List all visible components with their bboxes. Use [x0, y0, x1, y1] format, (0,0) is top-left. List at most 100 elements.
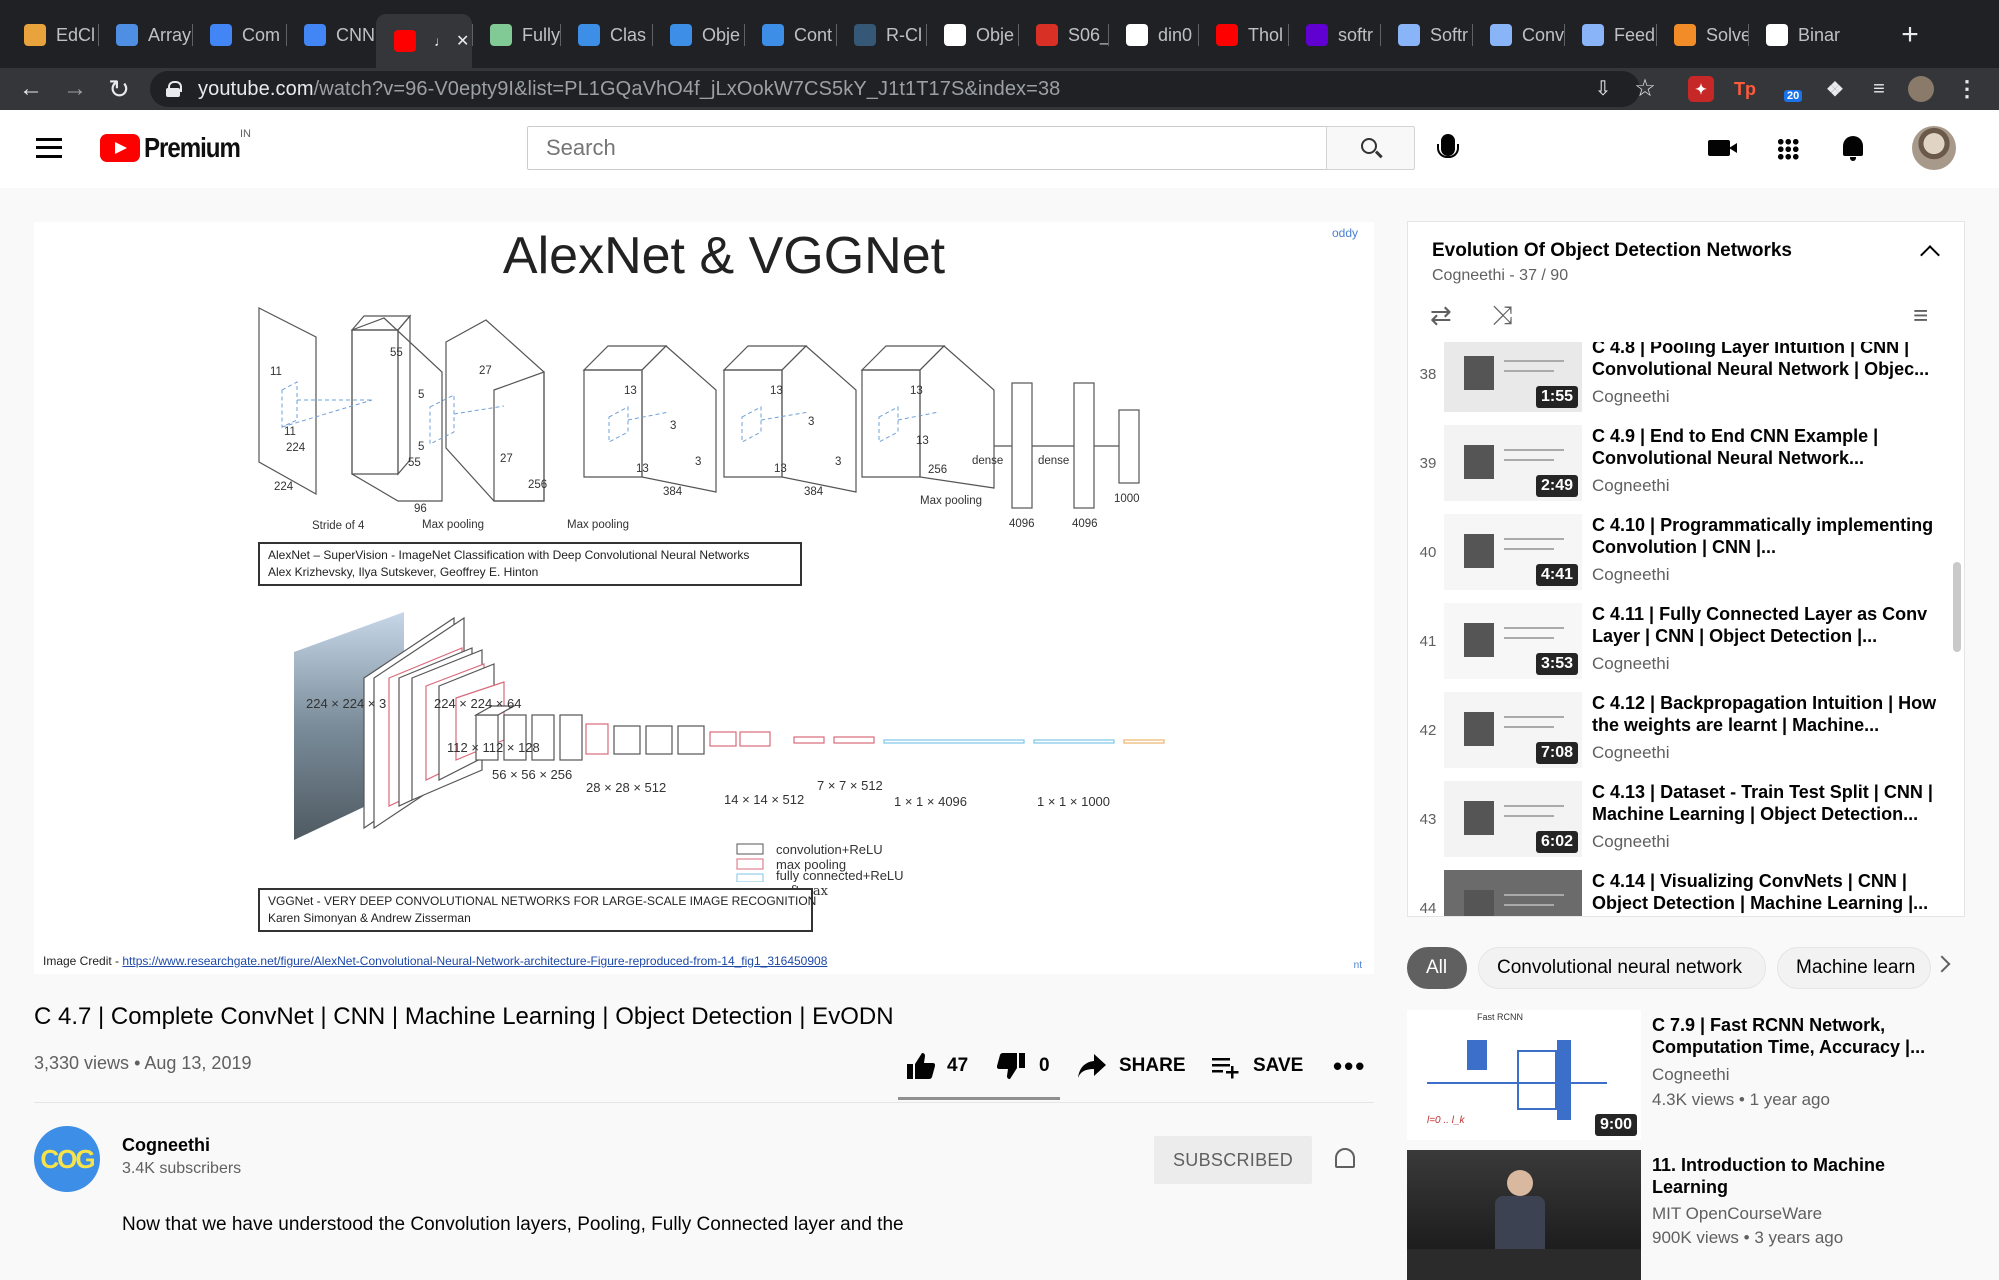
loop-icon[interactable]: ⇄	[1430, 302, 1452, 328]
tab-thol[interactable]: Thol	[1198, 12, 1288, 58]
save-button[interactable]: SAVE	[1211, 1050, 1303, 1082]
extension-tp-icon[interactable]: Tp	[1732, 76, 1758, 102]
playlist-item-thumbnail[interactable]: 4:41	[1444, 514, 1582, 590]
playlist-title[interactable]: Evolution Of Object Detection Networks	[1432, 240, 1792, 262]
playlist-channel[interactable]: Cogneethi	[1432, 267, 1505, 284]
hamburger-menu-icon[interactable]	[36, 138, 62, 158]
credit-link[interactable]: https://www.researchgate.net/figure/Alex…	[122, 954, 827, 968]
recommendation-title[interactable]: C 7.9 | Fast RCNN Network, Computation T…	[1652, 1014, 1962, 1058]
playlist-item-channel[interactable]: Cogneethi	[1592, 654, 1670, 674]
recommendation-thumbnail[interactable]	[1407, 1150, 1641, 1280]
browser-menu-icon[interactable]: ⋮	[1954, 76, 1980, 102]
youtube-premium-logo[interactable]: Premium IN	[100, 128, 255, 164]
playlist-item-thumbnail[interactable]	[1444, 870, 1582, 916]
recommendation-title[interactable]: 11. Introduction to Machine Learning	[1652, 1154, 1962, 1198]
playlist-item-channel[interactable]: Cogneethi	[1592, 832, 1670, 852]
address-bar[interactable]: youtube.com/watch?v=96-V0epty9I&list=PL1…	[150, 71, 1640, 107]
playlist-item[interactable]: 39 2:49 C 4.9 | End to End CNN Example | C…	[1408, 425, 1948, 514]
tab-fully[interactable]: Fully	[472, 12, 560, 58]
recommendation-item[interactable]: 11. Introduction to Machine Learning MIT…	[1407, 1150, 1967, 1280]
reload-icon[interactable]: ↻	[102, 72, 136, 106]
extension-magic-icon[interactable]: ✦	[1688, 76, 1714, 102]
tab-solve[interactable]: Solve	[1656, 12, 1748, 58]
tab-com[interactable]: Com	[192, 12, 286, 58]
audio-playing-icon[interactable]: ♩	[434, 33, 448, 49]
create-video-icon[interactable]	[1708, 140, 1737, 156]
tab-cnn[interactable]: CNN	[286, 12, 376, 58]
tab-cont[interactable]: Cont	[744, 12, 836, 58]
url-text[interactable]: youtube.com/watch?v=96-V0epty9I&list=PL1…	[198, 78, 1060, 101]
tab-clas[interactable]: Clas	[560, 12, 652, 58]
chevron-right-icon[interactable]	[1933, 955, 1951, 973]
extension-badge-icon[interactable]: 20	[1776, 76, 1803, 102]
apps-grid-icon[interactable]	[1777, 138, 1799, 160]
playlist-item[interactable]: 41 3:53 C 4.11 | Fully Connected Layer as …	[1408, 603, 1948, 692]
tab-youtube-active[interactable]: ♩ ✕	[376, 14, 472, 68]
tab-obje[interactable]: Obje	[652, 12, 744, 58]
like-button[interactable]: 47	[905, 1050, 968, 1082]
tab-obje[interactable]: Obje	[926, 12, 1018, 58]
playlist-item-thumbnail[interactable]: 1:55	[1444, 336, 1582, 412]
playlist-item[interactable]: 43 6:02 C 4.13 | Dataset - Train Test Spli…	[1408, 781, 1948, 870]
playlist-item-channel[interactable]: Cogneethi	[1592, 476, 1670, 496]
tab-din0[interactable]: din0	[1108, 12, 1198, 58]
playlist-item-thumbnail[interactable]: 7:08	[1444, 692, 1582, 768]
reading-list-icon[interactable]: ≡	[1866, 76, 1892, 102]
playlist-item-title[interactable]: C 4.13 | Dataset - Train Test Split | CN…	[1592, 781, 1942, 825]
channel-avatar[interactable]: COG	[34, 1126, 100, 1192]
playlist-item-title[interactable]: C 4.8 | Pooling Layer Intuition | CNN | …	[1592, 336, 1942, 380]
profile-avatar-icon[interactable]	[1908, 76, 1934, 102]
dislike-button[interactable]: 0	[997, 1050, 1050, 1082]
recommendation-channel[interactable]: MIT OpenCourseWare	[1652, 1204, 1822, 1224]
playlist-item-title[interactable]: C 4.12 | Backpropagation Intuition | How…	[1592, 692, 1942, 736]
playlist-item-channel[interactable]: Cogneethi	[1592, 565, 1670, 585]
chip-convolutional-neural-network[interactable]: Convolutional neural network	[1478, 947, 1766, 989]
share-button[interactable]: SHARE	[1077, 1050, 1186, 1082]
playlist-item[interactable]: 44 C 4.14 | Visualizing ConvNets | CNN | …	[1408, 870, 1948, 916]
tab-feed[interactable]: Feed	[1564, 12, 1656, 58]
playlist-item-thumbnail[interactable]: 6:02	[1444, 781, 1582, 857]
playlist-item[interactable]: 42 7:08 C 4.12 | Backpropagation Intuition…	[1408, 692, 1948, 781]
forward-icon[interactable]: →	[58, 72, 92, 106]
playlist-item-channel[interactable]: Cogneethi	[1592, 387, 1670, 407]
tab-softr[interactable]: Softr	[1380, 12, 1472, 58]
tab-array[interactable]: Array	[98, 12, 192, 58]
account-avatar[interactable]	[1912, 126, 1956, 170]
playlist-item[interactable]: 40 4:41 C 4.10 | Programmatically implemen…	[1408, 514, 1948, 603]
save-playlist-icon[interactable]: ≡	[1913, 302, 1928, 328]
channel-name[interactable]: Cogneethi	[122, 1135, 210, 1156]
playlist-item-thumbnail[interactable]: 3:53	[1444, 603, 1582, 679]
collapse-chevron-icon[interactable]	[1920, 245, 1940, 265]
subscribed-button[interactable]: SUBSCRIBED	[1154, 1136, 1312, 1184]
lock-icon[interactable]	[166, 81, 182, 97]
back-icon[interactable]: ←	[14, 72, 48, 106]
recommendation-thumbnail[interactable]: Fast RCNN l=0 .. l_k 9:00	[1407, 1010, 1641, 1140]
bookmark-star-icon[interactable]: ☆	[1628, 72, 1662, 106]
notifications-bell-icon[interactable]	[1843, 136, 1863, 161]
tab-softr[interactable]: softr	[1288, 12, 1380, 58]
chip-all[interactable]: All	[1407, 947, 1467, 989]
more-actions-icon[interactable]: •••	[1333, 1050, 1366, 1082]
tab-binar[interactable]: Binar	[1748, 12, 1840, 58]
voice-search-mic-icon[interactable]	[1437, 134, 1459, 158]
tab-conv[interactable]: Conv	[1472, 12, 1564, 58]
chip-machine-learn[interactable]: Machine learn	[1777, 947, 1931, 989]
recommendation-channel[interactable]: Cogneethi	[1652, 1065, 1730, 1085]
playlist-item-title[interactable]: C 4.9 | End to End CNN Example | Convolu…	[1592, 425, 1942, 469]
playlist-item-channel[interactable]: Cogneethi	[1592, 743, 1670, 763]
install-icon[interactable]: ⇩	[1586, 72, 1620, 106]
playlist-scrollbar[interactable]	[1953, 562, 1961, 652]
playlist-item-title[interactable]: C 4.10 | Programmatically implementing C…	[1592, 514, 1942, 558]
close-tab-icon[interactable]: ✕	[456, 31, 469, 51]
extensions-puzzle-icon[interactable]: ❖	[1822, 76, 1848, 102]
tab-r-cl[interactable]: R-Cl	[836, 12, 926, 58]
tab-s06-[interactable]: S06_	[1018, 12, 1108, 58]
playlist-item-thumbnail[interactable]: 2:49	[1444, 425, 1582, 501]
search-input[interactable]	[527, 126, 1327, 170]
playlist-item-title[interactable]: C 4.14 | Visualizing ConvNets | CNN | Ob…	[1592, 870, 1942, 914]
new-tab-button[interactable]: +	[1892, 18, 1928, 54]
playlist-item[interactable]: 38 1:55 C 4.8 | Pooling Layer Intuition | …	[1408, 336, 1948, 425]
video-player[interactable]: AlexNet & VGGNet oddy nt 11 11 224 224 S…	[34, 222, 1374, 974]
recommendation-item[interactable]: Fast RCNN l=0 .. l_k 9:00 C 7.9 | Fast R…	[1407, 1010, 1967, 1140]
shuffle-icon[interactable]: ⤨	[1492, 302, 1513, 328]
